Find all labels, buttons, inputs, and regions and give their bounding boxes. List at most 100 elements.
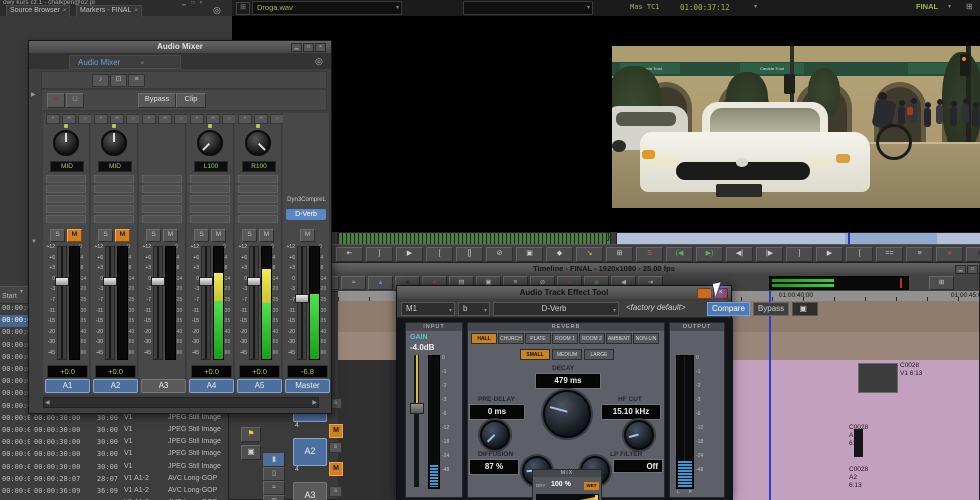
- flag-icon[interactable]: ⚑: [241, 427, 261, 442]
- insert-slot[interactable]: [94, 185, 134, 193]
- bin-row[interactable]: 00:00:00:0000:00:28:0728:07V1 A1-2AVC Lo…: [0, 474, 228, 486]
- insert-slot[interactable]: [142, 175, 182, 183]
- size-button-large[interactable]: LARGE: [584, 349, 614, 360]
- bin-row[interactable]: 00:00:00:0000:00:30:0030:00V1JPEG Still …: [0, 437, 228, 449]
- maximize-icon[interactable]: □: [967, 265, 978, 274]
- bin-row[interactable]: 00:00:00:0000:00:30:0030:00V1JPEG Still …: [0, 413, 228, 425]
- mark-out-icon[interactable]: ]: [366, 247, 393, 262]
- chevron-down-icon[interactable]: ▾: [948, 3, 951, 10]
- toggle-panes-icon[interactable]: ⊞: [929, 276, 954, 290]
- bin-row[interactable]: 00:00:00:0000:00:36:0936:09V1 A1-2AVC Lo…: [0, 486, 228, 498]
- fader-track[interactable]: [297, 246, 307, 360]
- mix-slider[interactable]: [536, 494, 599, 500]
- mark-clip-icon[interactable]: []: [456, 247, 483, 262]
- pane-menu-icon[interactable]: ◎: [213, 5, 221, 16]
- insert-slot[interactable]: [142, 205, 182, 213]
- fader-handle[interactable]: [151, 277, 165, 286]
- size-button-medium[interactable]: MEDIUM: [552, 349, 582, 360]
- track-solo-button[interactable]: s: [329, 486, 342, 497]
- bin-row[interactable]: 00:00:00:0000:00:30:0030:00V1JPEG Still …: [0, 462, 228, 474]
- pan-value[interactable]: R100: [242, 161, 276, 172]
- track-button-a3[interactable]: A3: [293, 482, 327, 500]
- insert-slot[interactable]: [46, 195, 86, 203]
- lpfilter-value[interactable]: Off: [614, 460, 662, 472]
- maximize-icon[interactable]: □: [303, 43, 314, 52]
- track-dropdown[interactable]: M1 ▾: [401, 302, 455, 316]
- fader-handle[interactable]: [103, 277, 117, 286]
- slot-dropdown[interactable]: b ▾: [458, 302, 490, 316]
- speaker-icon[interactable]: ♪: [92, 74, 109, 87]
- clear-marks-icon[interactable]: ⊘: [486, 247, 513, 262]
- tab-source-browser[interactable]: Source Browser×: [6, 5, 70, 17]
- insert-slot[interactable]: [46, 175, 86, 183]
- gain-slider[interactable]: [414, 355, 419, 487]
- decay-value[interactable]: 479 ms: [536, 374, 600, 388]
- toggle-client-monitor-icon[interactable]: ▯: [263, 467, 285, 481]
- strip-label[interactable]: A1: [45, 379, 90, 393]
- insert-slot[interactable]: [238, 195, 278, 203]
- algorithm-button-church[interactable]: CHURCH: [498, 333, 524, 344]
- insert-slot[interactable]: [46, 185, 86, 193]
- timeline-view-icon[interactable]: ⊞: [966, 2, 973, 11]
- mic-button[interactable]: ⊔: [66, 93, 84, 108]
- mix-value[interactable]: 100 %: [551, 481, 571, 488]
- pan-knob[interactable]: [245, 130, 271, 156]
- algorithm-button-room2[interactable]: ROOM 2: [579, 333, 605, 344]
- insert-slot[interactable]: [238, 205, 278, 213]
- step-back-icon[interactable]: ◀|: [726, 247, 753, 262]
- insert-slot[interactable]: [190, 205, 230, 213]
- position-indicator[interactable]: [848, 233, 850, 244]
- insert-slot[interactable]: [238, 175, 278, 183]
- video-quality-menu-icon[interactable]: ▮: [263, 453, 285, 467]
- insert-slot[interactable]: [94, 195, 134, 203]
- insert-slot[interactable]: [142, 185, 182, 193]
- algorithm-button-plate[interactable]: PLATE: [525, 333, 551, 344]
- mute-button[interactable]: M: [300, 229, 315, 242]
- link-icon[interactable]: ∞: [254, 114, 268, 124]
- rows-icon[interactable]: ≡: [128, 74, 145, 87]
- solo-button[interactable]: S: [242, 229, 257, 242]
- mark-in-2-icon[interactable]: [: [846, 247, 873, 262]
- pan-knob[interactable]: [101, 130, 127, 156]
- hfcut-knob[interactable]: [624, 420, 654, 450]
- effect-mode-icon[interactable]: ▲: [368, 276, 393, 290]
- audio-punch-out-icon[interactable]: ▶): [696, 247, 723, 262]
- solo-button[interactable]: S: [146, 229, 161, 242]
- play-2-icon[interactable]: ▶: [816, 247, 843, 262]
- playhead[interactable]: [769, 291, 771, 500]
- mute-button[interactable]: M: [163, 229, 178, 242]
- insert-slot[interactable]: [46, 205, 86, 213]
- fader-track[interactable]: [105, 246, 115, 360]
- clip-button[interactable]: Clip: [176, 93, 206, 108]
- pan-knob[interactable]: [53, 130, 79, 156]
- effect-mode-icon[interactable]: ∗: [966, 247, 980, 262]
- segment-mode-icon[interactable]: ==: [876, 247, 903, 262]
- fader-track[interactable]: [249, 246, 259, 360]
- tab-markers-final[interactable]: Markers - FINAL×: [76, 5, 142, 17]
- column-header-start[interactable]: Start: [2, 293, 29, 300]
- monitor-route-icon[interactable]: ⊡: [110, 74, 127, 87]
- gain-value[interactable]: +0.0: [239, 365, 280, 378]
- close-icon[interactable]: ×: [134, 8, 138, 14]
- link-icon[interactable]: ∞: [110, 114, 124, 124]
- minimize-icon[interactable]: ▁: [291, 43, 302, 52]
- insert-slot[interactable]: [238, 215, 278, 223]
- group-icon[interactable]: ▪: [238, 114, 252, 124]
- gain-value[interactable]: -6.8: [287, 365, 328, 378]
- scroll-right-icon[interactable]: ▶: [312, 399, 317, 406]
- fx-title-bar[interactable]: Audio Track Effect Tool: [397, 286, 731, 299]
- insert-slot[interactable]: [190, 195, 230, 203]
- solo-button[interactable]: S: [98, 229, 113, 242]
- audio-mute-icon[interactable]: ∗: [936, 247, 963, 262]
- hfcut-value[interactable]: 15.10 kHz: [602, 405, 660, 419]
- insert-slot[interactable]: [94, 175, 134, 183]
- pan-value[interactable]: L100: [194, 161, 228, 172]
- strip-label[interactable]: A3: [141, 379, 186, 393]
- fader-handle[interactable]: [295, 294, 309, 303]
- insert-slot[interactable]: [94, 205, 134, 213]
- record-button[interactable]: ●: [47, 93, 65, 108]
- plugin-dropdown[interactable]: D-Verb ▾: [493, 302, 619, 316]
- insert-slot[interactable]: [94, 215, 134, 223]
- tab-audio-mixer[interactable]: Audio Mixer ×: [69, 55, 181, 69]
- strip-label[interactable]: A5: [237, 379, 282, 393]
